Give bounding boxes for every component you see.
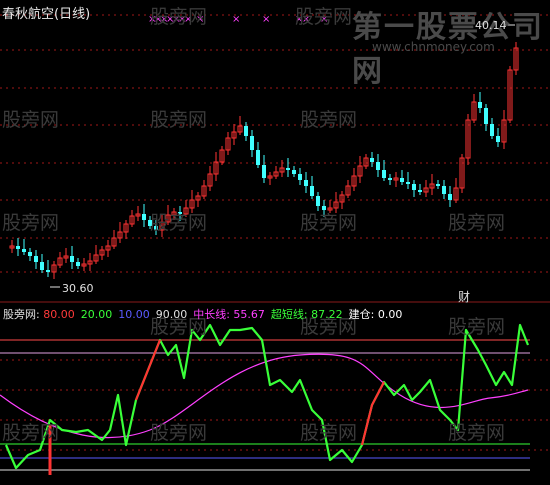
candle-body-down [148,220,152,226]
candle-body-down [388,178,392,180]
candle-body-down [484,108,488,124]
candle-body-down [142,214,146,220]
candle-body-down [490,124,494,136]
candle-body-down [436,184,440,186]
candle-body-down [478,102,482,108]
candle-body-down [40,262,44,270]
candle-body-down [448,194,452,200]
candle-body-down [412,184,416,190]
page-title: 春秋航空(日线) [2,7,91,22]
candle-body-down [370,158,374,162]
signal-cross-marker: × [196,14,204,25]
signal-cross-marker: × [262,14,270,25]
candle-body-down [376,162,380,170]
candle-body-down [400,178,404,182]
candle-body-down [322,206,326,210]
signal-cross-marker: × [302,14,310,25]
legend-item: 中长线: 55.67 [193,308,265,321]
candle-body-down [154,226,158,230]
legend-item: 90.00 [155,308,188,321]
candle-body-down [244,126,248,136]
legend-item: 超短线: 87.22 [270,308,343,321]
candle-body-down [262,165,266,178]
signal-cross-marker: × [320,14,328,25]
candle-body-down [418,190,422,192]
low-price-label: 30.60 [62,282,94,295]
signal-cross-marker: × [184,14,192,25]
rising-segment [134,339,162,401]
candle-body-down [28,252,32,256]
news-marker[interactable]: 财 [458,288,470,305]
high-price-label: 40.14 [475,19,507,32]
candle-body-down [298,174,302,180]
candle-body-down [178,212,182,214]
candle-body-down [316,196,320,206]
legend-item: 建仓: 0.00 [348,308,403,321]
site-url: www.chnmoney.com [372,40,495,54]
candle-body-down [496,136,500,142]
candle-body-down [76,262,80,266]
candle-body-down [16,246,20,249]
rising-segment [360,381,385,446]
mid-term-line [0,353,529,439]
candle-body-down [406,182,410,184]
legend-item: 20.00 [80,308,113,321]
indicator-legend: 股旁网: 80.00 20.00 10.00 90.00 中长线: 55.67 超短线: … [3,308,403,321]
candle-body-down [22,249,26,252]
candle-body-down [70,256,74,262]
legend-item: 80.00 [43,308,75,321]
indicator-name: 股旁网 [3,308,36,321]
candle-body-down [250,136,254,150]
candle-body-down [304,180,308,186]
signal-cross-marker: × [232,14,240,25]
candle-body-down [382,170,386,178]
candle-body-down [310,186,314,196]
candle-body-down [46,270,50,272]
candle-body-down [256,150,260,165]
candle-body-down [286,168,290,170]
candle-body-down [442,186,446,194]
legend-item: 10.00 [118,308,150,321]
candle-body-down [34,256,38,262]
candle-body-down [292,170,296,174]
short-term-line [4,323,530,470]
